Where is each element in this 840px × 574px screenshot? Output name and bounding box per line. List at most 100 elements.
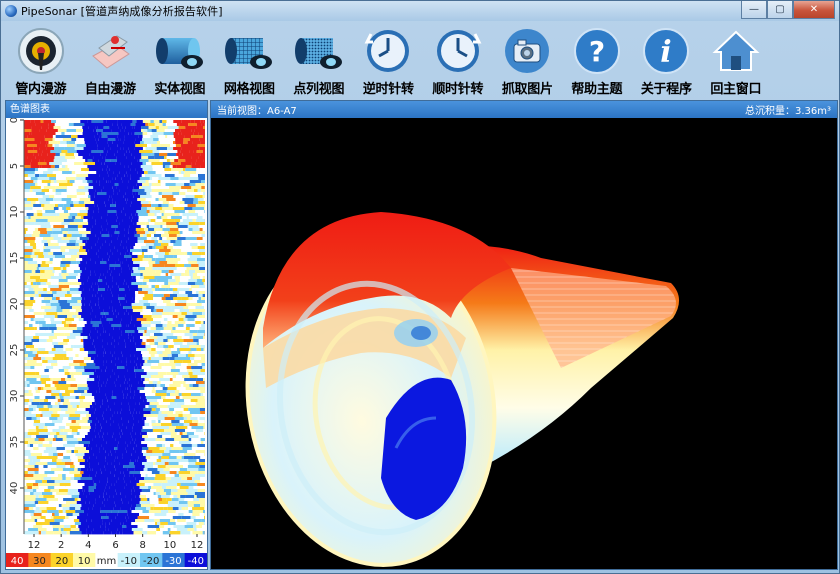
toolbar-rotate-cw-button[interactable]: 顺时针转 [423,21,493,97]
total-sediment-label: 总沉积量：3.36m³ [744,106,831,117]
minimize-button[interactable]: — [741,1,767,19]
heatmap-cell [84,324,89,328]
heatmap-cell [78,228,87,232]
heatmap-cell [27,399,30,403]
heatmap-cell [28,462,36,466]
heatmap-cell [116,219,123,223]
heatmap-cell [84,459,88,463]
toolbar-capture-image-button[interactable]: 抓取图片 [493,21,563,97]
toolbar-help-button[interactable]: ? 帮助主题 [562,21,632,97]
heatmap-cell [65,465,71,469]
heatmap-cell [202,135,205,139]
x-tick-label: 2 [58,540,64,551]
heatmap-cell [148,255,153,259]
heatmap-cell [181,516,191,520]
heatmap-cell [89,405,93,409]
heatmap-cell [97,282,107,286]
heatmap-cell [156,213,162,217]
legend-label: -10 [121,556,137,567]
heatmap-cell [123,207,132,211]
heatmap-cell [158,441,170,445]
toolbar-solid-view-button[interactable]: 实体视图 [145,21,215,97]
heatmap-cell [127,291,135,295]
heatmap-cell [182,411,190,415]
heatmap-cell [47,174,57,178]
heatmap-cell [133,186,139,190]
heatmap-cell [104,162,116,166]
heatmap-cell [102,291,112,295]
heatmap-cell [192,312,203,316]
heatmap-cell [195,429,204,433]
heatmap-cell [89,501,96,505]
heatmap-cell [203,378,205,382]
heatmap-cell [161,366,172,370]
heatmap-cell [197,144,205,148]
heatmap-cell [169,495,174,499]
spectrum-chart[interactable]: 0 5 10 15 20 25 30 35 40 12 2 4 6 8 10 12 40 30 20 10 mm -10-… [6,117,208,569]
heatmap-cell [136,444,148,448]
heatmap-cell [193,456,201,460]
heatmap-cell [69,372,74,376]
heatmap-cell [193,525,196,529]
close-button[interactable]: ✕ [793,1,835,19]
heatmap-cell [121,360,127,364]
heatmap-cell [154,222,167,226]
toolbar-mesh-view-button[interactable]: 网格视图 [215,21,285,97]
heatmap-cell [63,429,72,433]
3d-pipe-viewport[interactable] [211,118,837,569]
heatmap-cell [27,144,37,148]
heatmap-cell [84,135,95,139]
heatmap-cell [103,447,115,451]
heatmap-cell [118,510,128,514]
toolbar-pipe-inside-roam-button[interactable]: 管内漫游 [6,21,76,97]
heatmap-cell [126,525,138,529]
heatmap-cell [143,453,153,457]
heatmap-cell [157,399,163,403]
heatmap-cell [147,132,153,136]
heatmap-cell [131,213,136,217]
heatmap-cell [79,210,88,214]
heatmap-cell [151,285,156,289]
heatmap-cell [148,351,157,355]
heatmap-cell [24,396,35,400]
heatmap-cell [95,261,101,265]
heatmap-cell [176,405,182,409]
heatmap-cell [67,441,79,445]
heatmap-cell [33,309,45,313]
heatmap-cell [123,522,128,526]
heatmap-cell [87,384,99,388]
heatmap-cell [47,510,59,514]
heatmap-cell [203,510,205,514]
heatmap-cell [198,297,202,301]
heatmap-cell [81,309,93,313]
heatmap-cell [47,231,53,235]
heatmap-cell [182,447,192,451]
heatmap-cell [79,363,87,367]
heatmap-cell [140,141,144,145]
heatmap-cell [62,342,68,346]
toolbar-about-button[interactable]: i 关于程序 [632,21,702,97]
heatmap-cell [167,147,174,151]
heatmap-cell [26,426,36,430]
maximize-button[interactable]: ▢ [767,1,793,19]
heatmap-cell [108,528,118,532]
heatmap-cell [88,150,92,154]
heatmap-cell [171,354,179,358]
heatmap-cell [144,420,152,424]
heatmap-cell [24,330,36,334]
heatmap-cell [143,255,149,259]
heatmap-cell [48,435,55,439]
app-window: PipeSonar [管道声纳成像分析报告软件] — ▢ ✕ 管内漫游 自由漫游… [0,0,840,574]
heatmap-cell [190,348,197,352]
heatmap-cell [172,507,179,511]
toolbar-home-button[interactable]: 回主窗口 [701,21,771,97]
toolbar-point-view-button[interactable]: 点列视图 [284,21,354,97]
heatmap-cell [192,420,199,424]
heatmap-cell [155,327,164,331]
heatmap-cell [112,369,122,373]
heatmap-cell [136,231,146,235]
toolbar-rotate-ccw-button[interactable]: 逆时针转 [354,21,424,97]
toolbar-free-roam-button[interactable]: 自由漫游 [76,21,146,97]
heatmap-cell [143,399,147,403]
heatmap-cell [58,168,70,172]
